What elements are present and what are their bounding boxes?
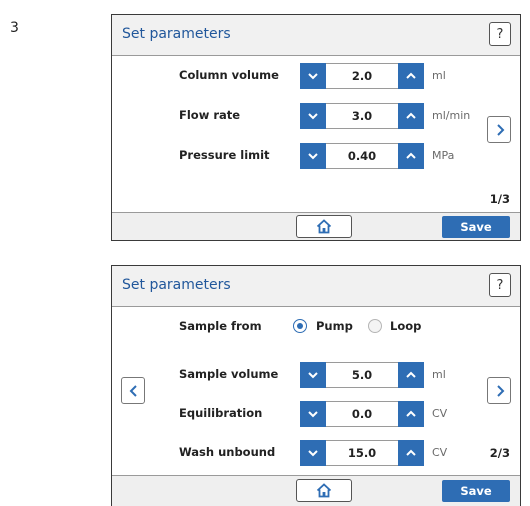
increment-button[interactable] <box>398 63 424 89</box>
panel-footer: Save <box>112 212 520 240</box>
panel-title: Set parameters <box>122 26 231 42</box>
wash-unbound-unit: CV <box>432 446 448 459</box>
next-page-button[interactable] <box>487 116 511 143</box>
sample-from-label: Sample from <box>179 319 262 333</box>
loop-radio-label: Loop <box>390 319 422 333</box>
previous-page-button[interactable] <box>121 377 145 404</box>
wash-unbound-value[interactable]: 15.0 <box>326 440 398 466</box>
chevron-down-icon <box>308 153 318 160</box>
help-button[interactable]: ? <box>489 22 511 46</box>
decrement-button[interactable] <box>300 63 326 89</box>
flow-rate-stepper: 3.0 <box>300 103 424 129</box>
chevron-up-icon <box>406 371 416 378</box>
save-button[interactable]: Save <box>442 216 510 238</box>
chevron-down-icon <box>308 450 318 457</box>
pump-radio[interactable] <box>293 319 307 333</box>
column-volume-value[interactable]: 2.0 <box>326 63 398 89</box>
equilibration-stepper: 0.0 <box>300 401 424 427</box>
chevron-right-icon <box>497 385 505 397</box>
chevron-left-icon <box>129 385 137 397</box>
chevron-down-icon <box>308 411 318 418</box>
save-button[interactable]: Save <box>442 480 510 502</box>
flow-rate-value[interactable]: 3.0 <box>326 103 398 129</box>
equilibration-value[interactable]: 0.0 <box>326 401 398 427</box>
pressure-limit-stepper: 0.40 <box>300 143 424 169</box>
sample-volume-unit: ml <box>432 368 446 381</box>
decrement-button[interactable] <box>300 401 326 427</box>
decrement-button[interactable] <box>300 103 326 129</box>
flow-rate-label: Flow rate <box>179 108 241 122</box>
pressure-limit-value[interactable]: 0.40 <box>326 143 398 169</box>
panel-title: Set parameters <box>122 277 231 293</box>
pressure-limit-row: Pressure limit 0.40 MPa <box>112 143 520 169</box>
pump-radio-label: Pump <box>316 319 353 333</box>
home-button[interactable] <box>296 215 352 238</box>
increment-button[interactable] <box>398 362 424 388</box>
increment-button[interactable] <box>398 401 424 427</box>
sample-volume-value[interactable]: 5.0 <box>326 362 398 388</box>
flow-rate-unit: ml/min <box>432 109 471 122</box>
column-volume-stepper: 2.0 <box>300 63 424 89</box>
step-number: 3 <box>10 20 19 36</box>
panel-header: Set parameters ? <box>112 15 520 56</box>
chevron-right-icon <box>497 124 505 136</box>
wash-unbound-row: Wash unbound 15.0 CV <box>112 440 520 466</box>
equilibration-row: Equilibration 0.0 CV <box>112 401 520 427</box>
decrement-button[interactable] <box>300 362 326 388</box>
wash-unbound-label: Wash unbound <box>179 445 276 459</box>
sample-from-row: Sample from Pump Loop <box>112 316 520 336</box>
pressure-limit-label: Pressure limit <box>179 148 270 162</box>
home-icon <box>316 219 332 234</box>
decrement-button[interactable] <box>300 143 326 169</box>
help-button[interactable]: ? <box>489 273 511 297</box>
chevron-down-icon <box>308 372 318 379</box>
loop-radio[interactable] <box>368 319 382 333</box>
sample-volume-label: Sample volume <box>179 367 279 381</box>
decrement-button[interactable] <box>300 440 326 466</box>
chevron-up-icon <box>406 410 416 417</box>
next-page-button[interactable] <box>487 377 511 404</box>
chevron-up-icon <box>406 112 416 119</box>
wash-unbound-stepper: 15.0 <box>300 440 424 466</box>
column-volume-unit: ml <box>432 69 446 82</box>
chevron-down-icon <box>308 113 318 120</box>
increment-button[interactable] <box>398 143 424 169</box>
page-indicator: 2/3 <box>489 446 510 460</box>
panel-footer: Save <box>112 475 520 506</box>
increment-button[interactable] <box>398 440 424 466</box>
equilibration-label: Equilibration <box>179 406 263 420</box>
sample-volume-row: Sample volume 5.0 ml <box>112 362 520 388</box>
pressure-limit-unit: MPa <box>432 149 455 162</box>
panel-header: Set parameters ? <box>112 266 520 307</box>
set-parameters-panel-1: Set parameters ? Column volume 2.0 ml Fl… <box>111 14 521 241</box>
chevron-up-icon <box>406 449 416 456</box>
column-volume-label: Column volume <box>179 68 279 82</box>
chevron-up-icon <box>406 72 416 79</box>
equilibration-unit: CV <box>432 407 448 420</box>
flow-rate-row: Flow rate 3.0 ml/min <box>112 103 520 129</box>
column-volume-row: Column volume 2.0 ml <box>112 63 520 89</box>
sample-volume-stepper: 5.0 <box>300 362 424 388</box>
home-icon <box>316 483 332 498</box>
home-button[interactable] <box>296 479 352 502</box>
chevron-down-icon <box>308 73 318 80</box>
page-indicator: 1/3 <box>489 192 510 206</box>
chevron-up-icon <box>406 152 416 159</box>
set-parameters-panel-2: Set parameters ? Sample from Pump Loop S… <box>111 265 521 506</box>
increment-button[interactable] <box>398 103 424 129</box>
